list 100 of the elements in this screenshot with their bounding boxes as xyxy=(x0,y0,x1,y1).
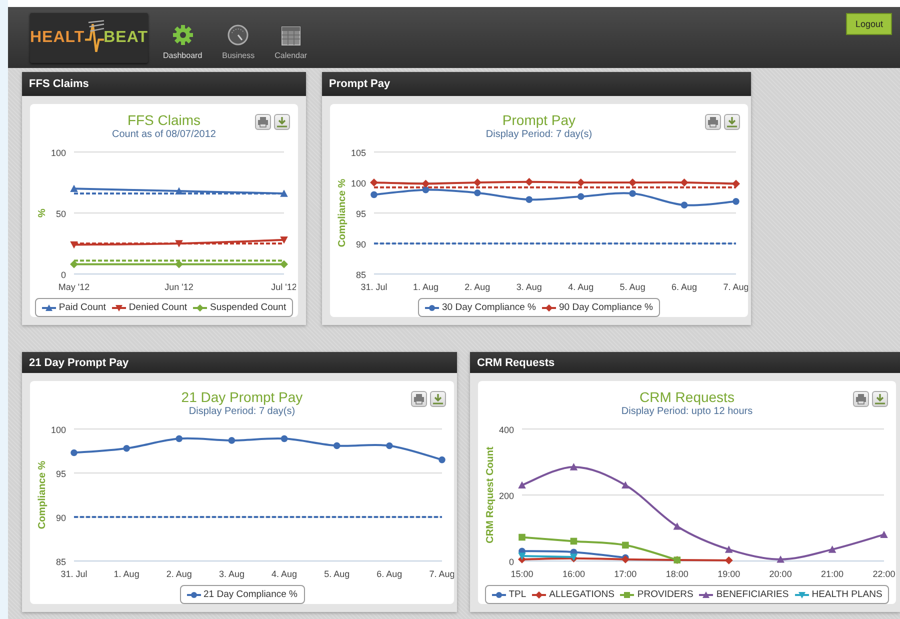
logo[interactable]: HEALT BEAT xyxy=(30,12,148,62)
calendar-icon xyxy=(280,24,301,46)
legend-label[interactable]: TPL xyxy=(508,589,526,600)
axis-label: 95 xyxy=(356,209,366,219)
legend-marker-icon xyxy=(542,304,556,312)
legend-marker-icon xyxy=(193,304,208,312)
point xyxy=(622,542,629,549)
axis-label: 1. Aug xyxy=(412,282,438,292)
point xyxy=(673,522,682,530)
axis-label: 0 xyxy=(508,557,514,567)
axis-label: Jul '12 xyxy=(271,282,296,292)
point xyxy=(724,546,733,553)
point xyxy=(622,481,630,488)
legend-label[interactable]: Suspended Count xyxy=(210,302,286,313)
point xyxy=(175,187,183,194)
legend-label[interactable]: PROVIDERS xyxy=(637,589,694,600)
panel-title: CRM Requests xyxy=(477,356,555,368)
axis-label: 5. Aug xyxy=(620,282,646,292)
download-icon xyxy=(726,116,738,128)
point xyxy=(525,178,534,186)
axis-label: 31. Jul xyxy=(60,569,88,579)
axis-label: 2. Aug xyxy=(464,282,490,292)
point xyxy=(280,435,288,442)
printer-icon xyxy=(413,393,425,405)
point xyxy=(70,260,78,268)
download-icon xyxy=(432,393,444,405)
axis-label: 100 xyxy=(350,178,366,188)
axis-label: Jun '12 xyxy=(164,282,194,292)
download-icon xyxy=(276,116,288,128)
gear-icon xyxy=(172,24,194,46)
legend-marker-icon xyxy=(112,304,126,312)
point xyxy=(629,190,636,197)
point xyxy=(576,178,585,186)
legend-marker-icon xyxy=(794,590,809,598)
axis-label: 6. Aug xyxy=(376,569,402,579)
axis-label: 16:00 xyxy=(562,569,585,579)
print-button[interactable] xyxy=(255,114,271,130)
legend-label[interactable]: 21 Day Compliance % xyxy=(204,589,298,600)
legend-marker-icon xyxy=(42,304,56,312)
point xyxy=(422,186,430,194)
point xyxy=(280,236,288,244)
point xyxy=(828,546,836,553)
legend-marker-icon xyxy=(620,590,634,598)
gauge-icon xyxy=(227,24,250,46)
axis-label: 22:00 xyxy=(872,569,896,579)
logout-button[interactable]: Logout xyxy=(846,13,892,35)
printer-icon xyxy=(707,116,719,128)
point xyxy=(70,184,78,192)
download-button[interactable] xyxy=(724,114,740,130)
printer-icon xyxy=(257,116,269,128)
legend-label[interactable]: ALLEGATIONS xyxy=(549,589,614,600)
chart-title: CRM Requests xyxy=(640,389,734,405)
print-button[interactable] xyxy=(853,391,869,407)
panel-title: Prompt Pay xyxy=(329,78,390,90)
axis-label: 19:00 xyxy=(718,569,740,579)
point xyxy=(518,534,526,541)
point xyxy=(732,180,740,188)
legend-label[interactable]: Paid Count xyxy=(58,302,106,313)
legend-label[interactable]: Denied Count xyxy=(128,302,188,313)
point xyxy=(438,456,446,464)
nav-item[interactable]: Business xyxy=(219,24,258,60)
axis-label: 17:00 xyxy=(614,569,637,579)
point xyxy=(570,538,578,545)
axis-label: 85 xyxy=(356,270,366,280)
legend-marker-icon xyxy=(532,590,546,598)
nav-item[interactable]: Calendar xyxy=(272,24,310,60)
download-button[interactable] xyxy=(274,114,290,130)
download-button[interactable] xyxy=(430,391,446,407)
legend-label[interactable]: HEALTH PLANS xyxy=(812,589,882,600)
axis-title: Compliance % xyxy=(337,178,348,248)
axis-label: 4. Aug xyxy=(272,569,298,579)
print-button[interactable] xyxy=(411,391,427,407)
axis-label: 105 xyxy=(350,148,366,158)
legend-label[interactable]: 30 Day Compliance % xyxy=(442,302,536,313)
legend-marker-icon xyxy=(699,590,714,598)
legend-label[interactable]: BENEFICIARIES xyxy=(716,589,789,600)
chart-title: Prompt Pay xyxy=(502,112,576,128)
legend-label[interactable]: 90 Day Compliance % xyxy=(559,302,653,313)
nav-item[interactable]: Dashboard xyxy=(160,24,206,60)
axis-title: CRM Request Count xyxy=(485,446,496,544)
axis-label: 50 xyxy=(56,209,66,219)
point xyxy=(577,193,584,200)
axis-label: 7. Aug xyxy=(723,282,748,292)
chart-title: 21 Day Prompt Pay xyxy=(181,389,303,405)
point xyxy=(880,530,888,538)
point xyxy=(175,260,183,268)
axis-label: 200 xyxy=(498,491,514,501)
chart-subtitle: Count as of 08/07/2012 xyxy=(112,129,216,140)
axis-label: 31. Jul xyxy=(360,282,388,292)
point xyxy=(680,178,688,186)
axis-label: 0 xyxy=(60,270,66,280)
point xyxy=(333,442,340,450)
point xyxy=(176,435,183,442)
point xyxy=(280,260,288,268)
axis-label: 90 xyxy=(56,513,66,523)
point xyxy=(228,437,236,444)
axis-label: 4. Aug xyxy=(568,282,594,292)
print-button[interactable] xyxy=(705,114,721,130)
point xyxy=(526,196,533,203)
download-button[interactable] xyxy=(872,391,888,407)
